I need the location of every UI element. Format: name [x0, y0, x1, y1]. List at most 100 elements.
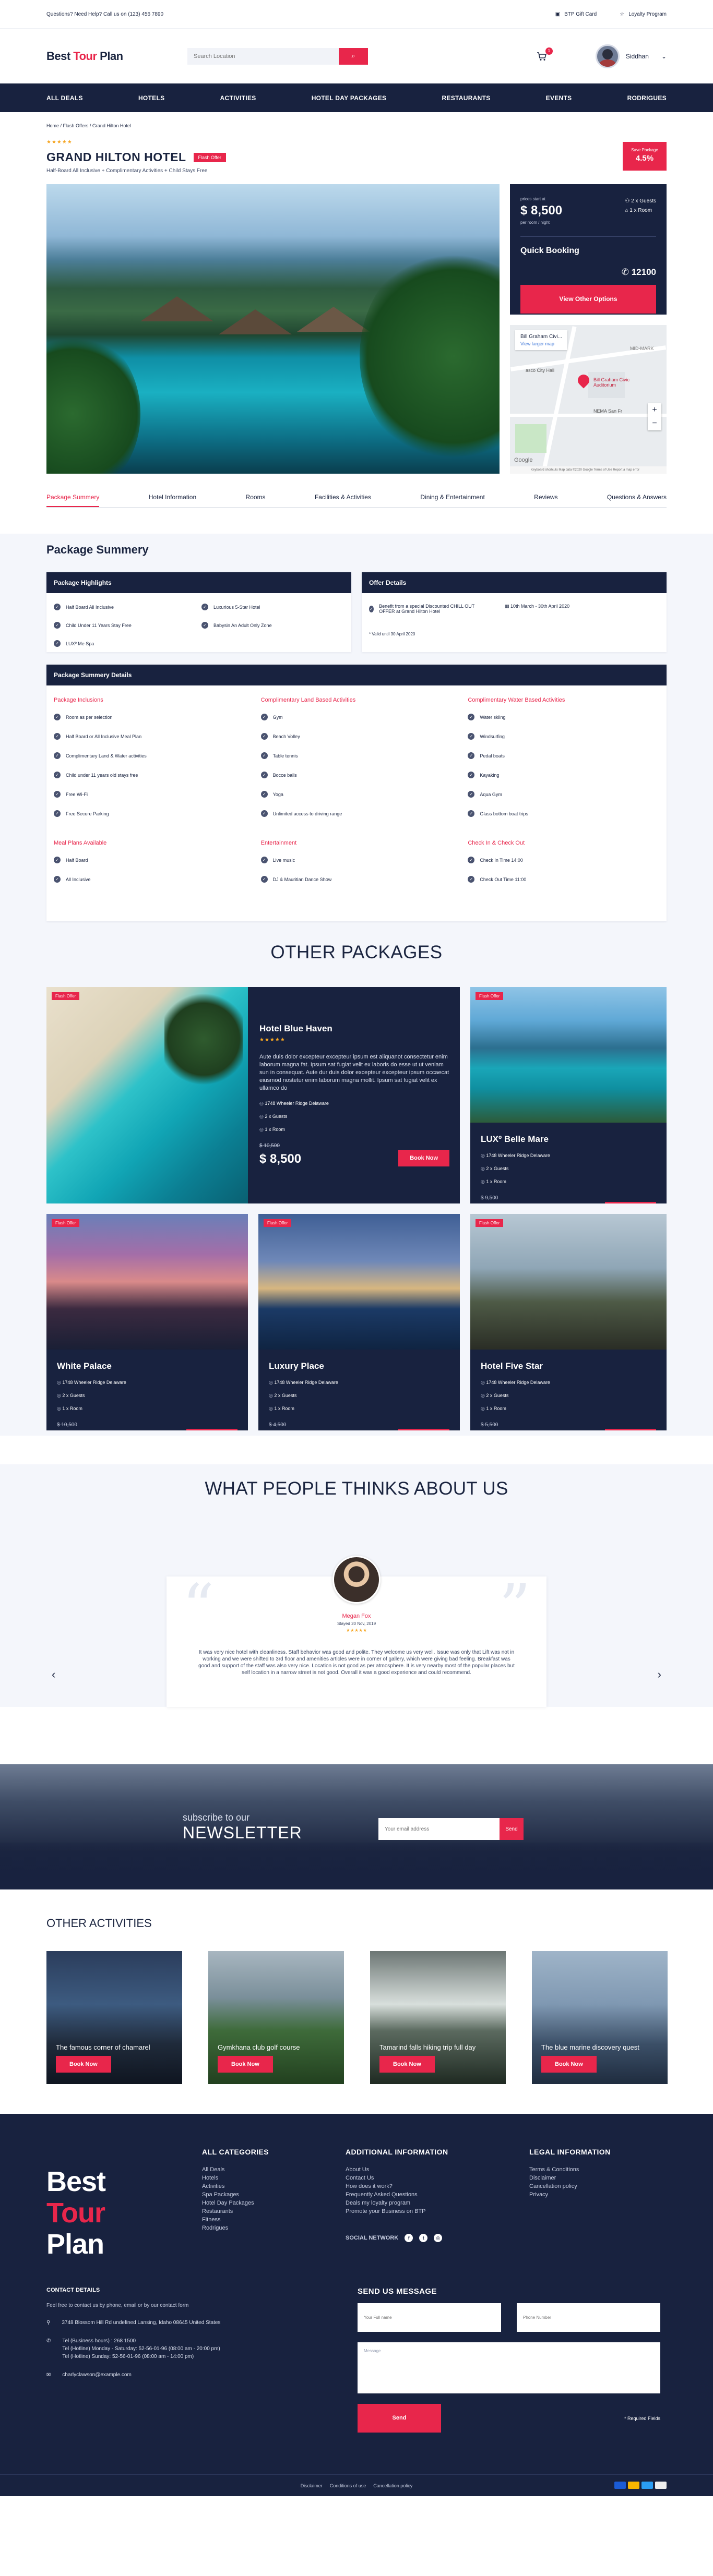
contact-details: CONTACT DETAILS Feel free to contact us … [46, 2287, 358, 2433]
site-logo[interactable]: Best Tour Plan [46, 50, 177, 63]
nav-item[interactable]: ACTIVITIES [220, 94, 256, 102]
tab[interactable]: Questions & Answers [607, 493, 667, 507]
testimonials-section: WHAT PEOPLE THINKS ABOUT US ‹ “ ” Megan … [0, 1464, 713, 1707]
breadcrumb[interactable]: Home / Flash Offers / Grand Hilton Hotel [46, 112, 667, 139]
book-now-button[interactable]: Book Now [218, 2056, 273, 2073]
footer-link[interactable]: About Us [346, 2165, 529, 2174]
send-message-button[interactable]: Send [358, 2404, 441, 2433]
full-name-field[interactable] [358, 2303, 501, 2332]
footer-bottom-link[interactable]: Disclaimer [301, 2483, 323, 2488]
nav-item[interactable]: EVENTS [546, 94, 572, 102]
package-name[interactable]: White Palace [57, 1361, 237, 1371]
book-now-button[interactable]: Book Now [605, 1429, 656, 1430]
footer-link[interactable]: Cancellation policy [529, 2182, 611, 2190]
tab[interactable]: Dining & Entertainment [420, 493, 484, 507]
details-item-label: Glass bottom boat trips [480, 811, 528, 816]
tab[interactable]: Rooms [246, 493, 266, 507]
footer-link[interactable]: Activities [202, 2182, 346, 2190]
palm-foliage [360, 247, 500, 466]
details-item-label: Water skiing [480, 714, 506, 720]
footer-legal: LEGAL INFORMATION Terms & Conditions Disc… [529, 2148, 611, 2260]
tab[interactable]: Reviews [534, 493, 557, 507]
highlight-label: Babysin An Adult Only Zone [213, 622, 272, 628]
footer-link[interactable]: Fitness [202, 2216, 346, 2224]
nav-item[interactable]: RODRIGUES [627, 94, 667, 102]
avatar[interactable] [595, 44, 620, 68]
hotel-hero-image[interactable] [46, 184, 500, 474]
book-now-button[interactable]: Book Now [398, 1429, 449, 1430]
search-button[interactable]: ⌕ [339, 47, 368, 65]
tab[interactable]: Package Summery [46, 493, 100, 507]
footer-link[interactable]: Hotels [202, 2174, 346, 2182]
facebook-icon[interactable]: f [405, 2234, 413, 2242]
book-now-button[interactable]: Book Now [379, 2056, 435, 2073]
package-card[interactable]: Flash Offer Luxury Place 1748 Wheeler Ridg… [258, 1214, 460, 1430]
book-now-button[interactable]: Book Now [541, 2056, 597, 2073]
package-name[interactable]: LUXº Belle Mare [481, 1134, 656, 1145]
footer-logo[interactable]: Best Tour Plan [46, 2148, 202, 2260]
message-field[interactable]: Message [358, 2342, 660, 2393]
package-name[interactable]: Luxury Place [269, 1361, 449, 1371]
footer-link[interactable]: Spa Packages [202, 2190, 346, 2199]
footer-link[interactable]: Frequently Asked Questions [346, 2190, 529, 2199]
instagram-icon[interactable]: ◎ [434, 2234, 443, 2242]
zoom-in-icon[interactable]: + [648, 403, 661, 417]
footer-link[interactable]: Rodrigues [202, 2224, 346, 2232]
footer-link[interactable]: Privacy [529, 2190, 611, 2199]
footer-link[interactable]: Restaurants [202, 2207, 346, 2216]
contact-email[interactable]: charlyclawson@example.com [62, 2371, 131, 2379]
activity-card[interactable]: The famous corner of chamarel Book Now [46, 1951, 182, 2084]
chevron-left-icon[interactable]: ‹ [52, 1668, 55, 1681]
location-map[interactable]: Bill Graham Civi... View larger map asco … [510, 325, 667, 474]
book-now-button[interactable]: Book Now [56, 2056, 111, 2073]
newsletter-send-button[interactable]: Send [500, 1818, 524, 1840]
nav-item[interactable]: HOTELS [138, 94, 164, 102]
footer-link[interactable]: All Deals [202, 2165, 346, 2174]
activity-card[interactable]: Tamarind falls hiking trip full day Book … [370, 1951, 506, 2084]
package-card[interactable]: Flash Offer LUXº Belle Mare 1748 Wheeler R… [470, 987, 667, 1203]
zoom-out-icon[interactable]: − [648, 417, 661, 430]
tab[interactable]: Hotel Information [149, 493, 196, 507]
twitter-icon[interactable]: t [419, 2234, 428, 2242]
user-name[interactable]: Siddhan [626, 53, 649, 60]
view-other-options-button[interactable]: View Other Options [520, 285, 656, 314]
package-card[interactable]: Flash Offer Hotel Five Star 1748 Wheeler R… [470, 1214, 667, 1430]
book-now-button[interactable]: Book Now [398, 1150, 449, 1166]
nav-item[interactable]: RESTAURANTS [442, 94, 490, 102]
activity-card[interactable]: The blue marine discovery quest Book Now [532, 1951, 668, 2084]
footer-link[interactable]: Disclaimer [529, 2174, 611, 2182]
newsletter-email-input[interactable] [378, 1818, 500, 1840]
package-name[interactable]: Hotel Blue Haven [259, 1024, 449, 1034]
loyalty-link[interactable]: ☆ Loyalty Program [620, 11, 667, 17]
footer-info: ADDITIONAL INFORMATION About Us Contact U… [346, 2148, 529, 2260]
nav-item[interactable]: HOTEL DAY PACKAGES [312, 94, 387, 102]
footer-link[interactable]: How does it work? [346, 2182, 529, 2190]
activity-card[interactable]: Gymkhana club golf course Book Now [208, 1951, 344, 2084]
price-card: prices start at $ 8,500 per room / night… [510, 184, 667, 315]
footer-link[interactable]: Contact Us [346, 2174, 529, 2182]
footer-link[interactable]: Promote your Business on BTP [346, 2207, 529, 2216]
chevron-right-icon[interactable]: › [658, 1668, 661, 1681]
cart-button[interactable]: 1 [535, 47, 553, 63]
footer-link[interactable]: Hotel Day Packages [202, 2199, 346, 2207]
package-name[interactable]: Hotel Five Star [481, 1361, 656, 1371]
footer-link[interactable]: Deals my loyalty program [346, 2199, 529, 2207]
chevron-down-icon[interactable]: ⌄ [661, 53, 667, 60]
view-larger-map-link[interactable]: View larger map [520, 341, 562, 346]
nav-item[interactable]: ALL DEALS [46, 94, 83, 102]
gift-card-link[interactable]: ▣ BTP Gift Card [555, 11, 597, 17]
book-now-button[interactable]: Book Now [186, 1429, 237, 1430]
book-now-button[interactable]: Book Now [605, 1202, 656, 1203]
highlight-item: ✓ LUXº Me Spa [54, 640, 196, 647]
footer-link[interactable]: Terms & Conditions [529, 2165, 611, 2174]
phone-field[interactable] [517, 2303, 660, 2332]
package-card[interactable]: Flash Offer White Palace 1748 Wheeler Ridg… [46, 1214, 248, 1430]
package-card-featured[interactable]: Flash Offer Hotel Blue Haven ★★★★★ Aute … [46, 987, 460, 1203]
map-zoom-controls[interactable]: + − [648, 403, 661, 430]
footer-bottom-link[interactable]: Conditions of use [330, 2483, 366, 2488]
tab[interactable]: Facilities & Activities [315, 493, 371, 507]
footer-logo-word: Plan [46, 2229, 104, 2260]
search-input[interactable] [187, 47, 339, 65]
footer-bottom-link[interactable]: Cancellation policy [373, 2483, 412, 2488]
map-place-card[interactable]: Bill Graham Civi... View larger map [515, 330, 568, 350]
